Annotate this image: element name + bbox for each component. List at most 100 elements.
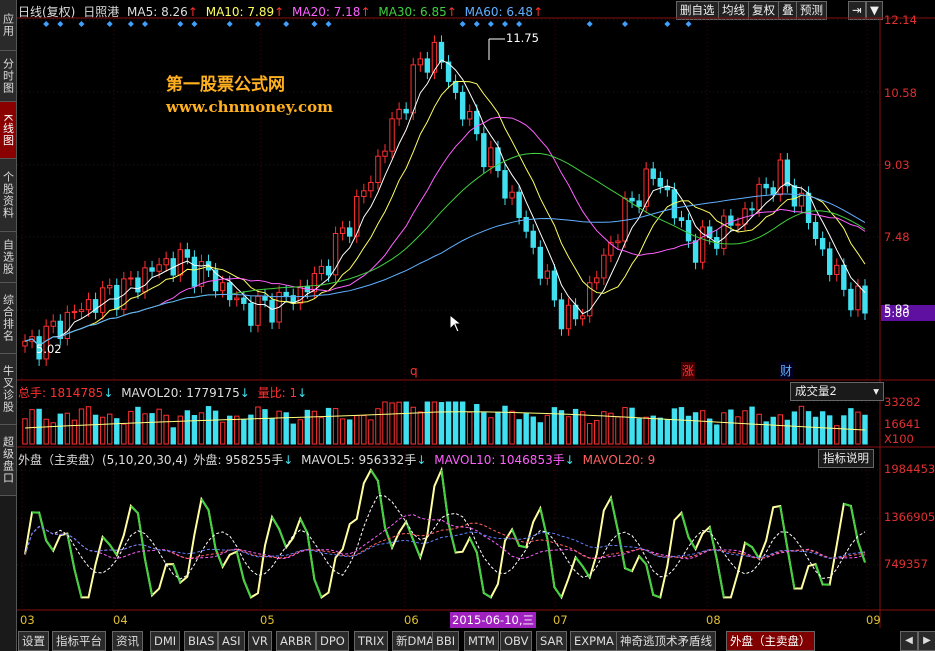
volume-bar <box>608 412 614 445</box>
signal-diamond-icon <box>127 21 134 27</box>
volume-bar <box>269 418 275 445</box>
outer-value: 外盘: 958255手 <box>193 453 284 467</box>
tab-16[interactable]: 神奇逃顶术矛盾线 <box>616 631 716 651</box>
down-arrow-icon: ↓ <box>564 453 575 467</box>
sidebar-tab-kline[interactable]: K线图 <box>0 102 16 159</box>
sidebar-tab-ranking[interactable]: 综合排名 <box>0 283 16 354</box>
event-marker-zhang[interactable]: 涨 <box>681 362 696 379</box>
outer-mavol20: MAVOL20: 9 <box>582 453 656 467</box>
tab-11[interactable]: BBI <box>432 631 460 651</box>
signal-diamond-icon <box>78 21 85 27</box>
volume-bar <box>142 413 148 445</box>
candle-body <box>156 264 162 272</box>
candle-body <box>50 320 56 327</box>
outer-down-segment <box>849 505 859 542</box>
candle-body <box>841 264 847 290</box>
outer-down-segment <box>306 532 316 580</box>
volume-bar <box>530 416 536 445</box>
scroll-left-icon[interactable]: ◀ <box>900 631 918 651</box>
tab-0[interactable]: 设置 <box>18 631 49 651</box>
candle-body <box>191 256 198 287</box>
event-marker-q[interactable]: q <box>410 364 418 378</box>
volume-bar <box>615 416 621 445</box>
volume-bar <box>382 401 388 445</box>
volume-bar <box>417 411 423 445</box>
candle-body <box>128 277 134 280</box>
tab-8[interactable]: DPO <box>316 631 349 651</box>
volume-bar <box>551 407 558 445</box>
sidebar-tab-diagnosis[interactable]: 牛叉诊股 <box>0 354 16 425</box>
candle-body <box>615 240 621 244</box>
volume-bar <box>290 423 296 445</box>
outer-down-segment <box>101 536 111 546</box>
tab-7[interactable]: ARBR <box>276 631 316 651</box>
volume-bar <box>36 408 42 445</box>
outer-down-segment <box>744 541 753 548</box>
down-arrow-icon: ↓ <box>103 386 114 400</box>
volume-bar <box>537 422 543 445</box>
signal-diamond-icon <box>191 21 198 27</box>
volume-bar <box>805 411 812 445</box>
scroll-right-icon[interactable]: ▶ <box>918 631 935 651</box>
volume-bar <box>579 411 586 445</box>
mouse-cursor-icon <box>449 314 463 333</box>
tab-17[interactable]: 外盘（主卖盘） <box>726 631 815 651</box>
tab-15[interactable]: EXPMA <box>570 631 618 651</box>
tab-13[interactable]: OBV <box>500 631 533 651</box>
sidebar-tab-level2[interactable]: 超级盘口 <box>0 425 16 496</box>
volume-bar <box>332 408 339 445</box>
outer-down-segment <box>144 559 154 596</box>
down-arrow-icon: ↓ <box>239 386 250 400</box>
signal-diamond-icon <box>502 21 508 27</box>
outer-down-segment <box>652 593 661 599</box>
outer-axis-label: 1984453 <box>884 462 935 476</box>
candle-body <box>241 297 247 304</box>
high-price-marker: 11.75 <box>506 31 539 45</box>
x-axis-month: 09 <box>866 613 881 627</box>
sidebar-tab-stock-info[interactable]: 个股资料 <box>0 159 16 232</box>
outer-down-segment <box>616 530 626 569</box>
tab-2[interactable]: 资讯 <box>112 631 143 651</box>
volume-bar <box>318 417 325 445</box>
volume-bar <box>735 416 741 445</box>
dropdown-label: 成交量2 <box>795 384 837 398</box>
sidebar-tab-app[interactable]: 应用 <box>0 0 16 51</box>
tab-9[interactable]: TRIX <box>354 631 389 651</box>
candle-body <box>417 58 423 66</box>
outer-info-bar: 外盘（主卖盘）(5,10,20,30,4) 外盘: 958255手↓ MAVOL… <box>18 451 655 468</box>
tab-14[interactable]: SAR <box>536 631 568 651</box>
volume-bar <box>92 414 99 445</box>
tab-6[interactable]: VR <box>248 631 272 651</box>
sidebar-tab-label: 个股资料 <box>1 171 15 219</box>
volume-bar <box>721 412 727 445</box>
current-price-label: 5.80 <box>884 306 910 320</box>
tab-12[interactable]: MTM <box>464 631 499 651</box>
candle-body <box>551 270 558 301</box>
outer-down-segment <box>518 544 527 549</box>
candle-body <box>855 285 861 311</box>
volume-bar <box>707 418 713 445</box>
volume-bar <box>798 405 805 445</box>
volume-bar <box>78 408 85 445</box>
volume-bar <box>170 427 176 445</box>
candle-body <box>791 185 798 207</box>
candle-body <box>812 221 819 239</box>
volume-bar <box>678 407 685 445</box>
sidebar-tab-timeshare[interactable]: 分时图 <box>0 51 16 102</box>
volume-bar <box>177 415 183 445</box>
tab-4[interactable]: BIAS <box>184 631 219 651</box>
tab-3[interactable]: DMI <box>150 631 181 651</box>
volume-indicator-dropdown[interactable]: 成交量2 ▾ <box>790 382 884 401</box>
signal-diamond-icon <box>586 21 593 27</box>
volume-bar <box>325 407 332 445</box>
volume-bar <box>452 401 459 445</box>
tab-5[interactable]: ASI <box>218 631 245 651</box>
tab-1[interactable]: 指标平台 <box>52 631 106 651</box>
event-marker-cai[interactable]: 财 <box>779 362 794 379</box>
candle-body <box>530 230 536 248</box>
volume-bar <box>692 412 699 445</box>
outer-down-segment <box>624 567 633 573</box>
indicator-help-button[interactable]: 指标说明 <box>818 449 874 468</box>
sidebar-tab-watchlist[interactable]: 自选股 <box>0 232 16 283</box>
left-sidebar: 应用 分时图 K线图 个股资料 自选股 综合排名 牛叉诊股 超级盘口 <box>0 0 17 651</box>
